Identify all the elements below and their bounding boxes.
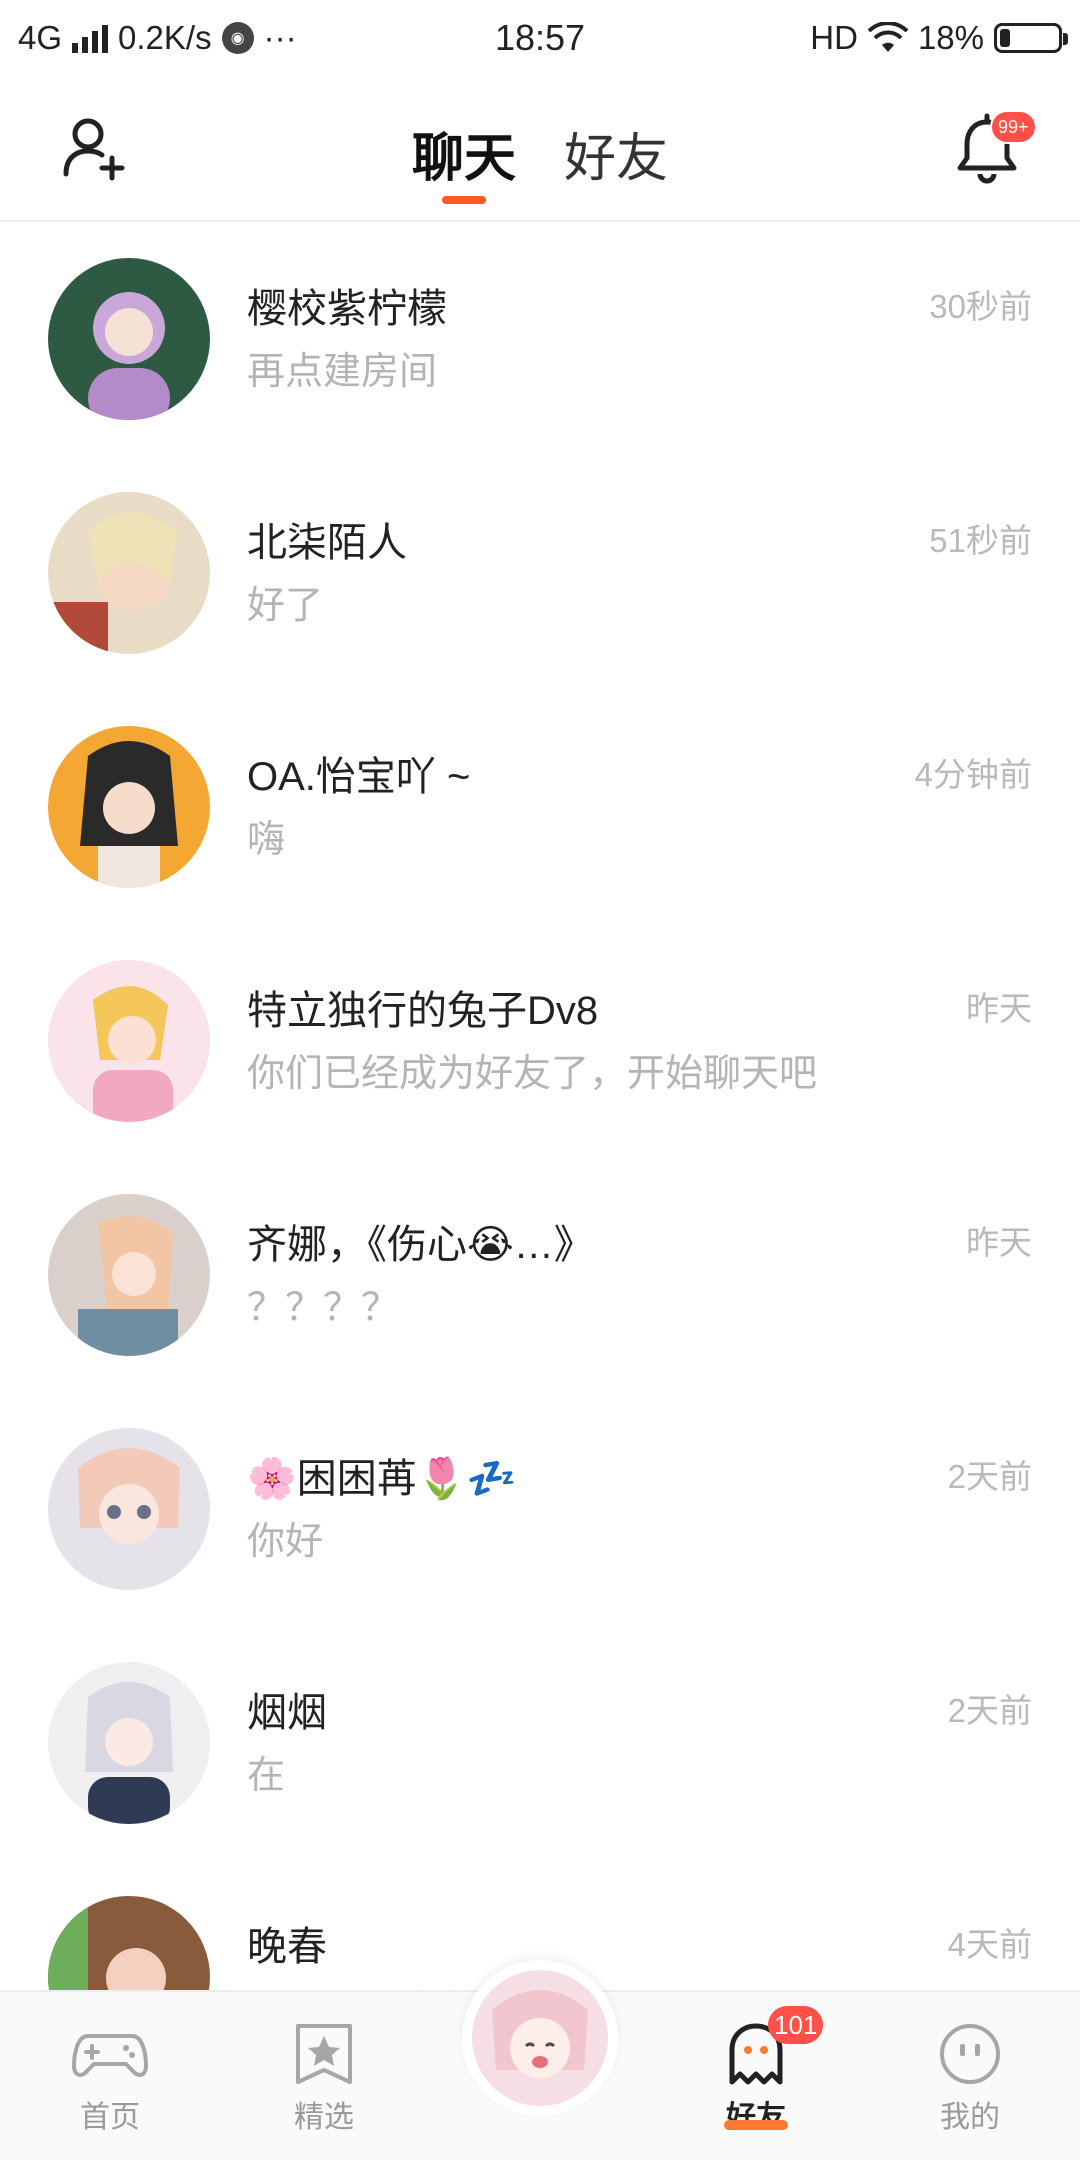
avatar: [48, 258, 210, 420]
center-avatar: [472, 1970, 608, 2106]
chat-time: 2天前: [947, 1458, 1032, 1495]
avatar: [48, 492, 210, 654]
nav-home[interactable]: 首页: [30, 1992, 190, 2160]
face-icon: [940, 2024, 1000, 2084]
more-indicator: ···: [263, 19, 297, 56]
chat-name: 烟烟: [247, 1691, 327, 1735]
chat-row[interactable]: 烟烟 在 2天前: [0, 1626, 1080, 1860]
chat-message: 你好: [247, 1521, 324, 1563]
chat-time: 2天前: [947, 1692, 1032, 1729]
avatar: [48, 1896, 210, 1992]
gamepad-icon: [72, 2034, 148, 2077]
chat-row[interactable]: OA.怡宝吖 ~ 嗨 4分钟前: [0, 690, 1080, 924]
top-header: 聊天 好友 99+: [0, 76, 1080, 222]
chat-name: 齐娜，《伤心😭…》: [247, 1223, 594, 1267]
chat-name: 🌸困困苒🌷💤: [247, 1457, 517, 1501]
wifi-icon: [867, 22, 908, 52]
signal-icon: [72, 23, 109, 53]
chat-time: 昨天: [966, 1224, 1032, 1261]
chat-message: 嗨: [247, 819, 286, 861]
tab-chat-label: 聊天: [411, 130, 516, 188]
star-bookmark-icon: [296, 2024, 352, 2084]
tab-active-indicator: [441, 196, 486, 204]
chat-row[interactable]: 樱校紫柠檬 再点建房间 30秒前: [0, 222, 1080, 456]
chat-message: ？？？？: [247, 1287, 400, 1329]
chat-time: 昨天: [966, 990, 1032, 1027]
chat-time: 4分钟前: [914, 756, 1032, 793]
chat-name: 樱校紫柠檬: [247, 287, 447, 331]
tab-friends[interactable]: 好友: [564, 116, 668, 191]
chat-name: 晚春: [247, 1925, 327, 1969]
network-type: 4G: [18, 19, 63, 56]
battery-icon: [994, 23, 1068, 53]
chat-message: 好了: [247, 585, 324, 627]
status-bar: 4G 0.2K/s ◉ ··· 18:57 HD 18%: [0, 0, 1080, 76]
center-avatar-button[interactable]: [462, 1960, 618, 2116]
chat-time: 4天前: [947, 1926, 1032, 1963]
nav-me[interactable]: 我的: [890, 1992, 1050, 2160]
avatar: [48, 1662, 210, 1824]
chat-list: 樱校紫柠檬 再点建房间 30秒前 北柒陌人 好了 51秒前 OA.怡宝吖 ~ 嗨…: [0, 222, 1080, 1992]
battery-percent: 18%: [917, 19, 984, 56]
avatar: [48, 1194, 210, 1356]
status-right: HD 18%: [810, 19, 1068, 57]
avatar: [48, 726, 210, 888]
chat-time: 30秒前: [929, 288, 1032, 325]
chat-message: 再点建房间: [247, 351, 438, 393]
avatar: [48, 1428, 210, 1590]
status-left: 4G 0.2K/s ◉ ···: [18, 19, 297, 57]
chat-time: 51秒前: [929, 522, 1032, 559]
nav-featured[interactable]: 精选: [244, 1992, 404, 2160]
tab-bar: 聊天 好友: [0, 116, 1080, 204]
chat-row[interactable]: 特立独行的兔子Dv8 你们已经成为好友了，开始聊天吧 昨天: [0, 924, 1080, 1158]
hd-indicator: HD: [810, 19, 858, 56]
nav-home-label: 首页: [80, 2101, 140, 2134]
chat-name: OA.怡宝吖 ~: [247, 755, 471, 799]
tab-chat[interactable]: 聊天: [411, 116, 516, 204]
active-nav-swoosh: [724, 2120, 788, 2130]
chat-row[interactable]: 北柒陌人 好了 51秒前: [0, 456, 1080, 690]
friends-badge: 101: [768, 2006, 824, 2044]
chat-message: 在: [247, 1755, 286, 1797]
nav-featured-label: 精选: [294, 2101, 354, 2134]
tab-friends-label: 好友: [564, 130, 669, 188]
chat-name: 北柒陌人: [247, 521, 407, 565]
chat-row[interactable]: 齐娜，《伤心😭…》 ？？？？ 昨天: [0, 1158, 1080, 1392]
chat-message: 你们已经成为好友了，开始聊天吧: [247, 1053, 818, 1095]
chat-name: 特立独行的兔子Dv8: [247, 989, 599, 1033]
nav-me-label: 我的: [940, 2101, 1000, 2134]
recording-icon: ◉: [221, 22, 254, 54]
chat-row[interactable]: 🌸困困苒🌷💤 你好 2天前: [0, 1392, 1080, 1626]
network-speed: 0.2K/s: [118, 19, 212, 56]
avatar: [48, 960, 210, 1122]
notification-badge: 99+: [990, 110, 1037, 144]
